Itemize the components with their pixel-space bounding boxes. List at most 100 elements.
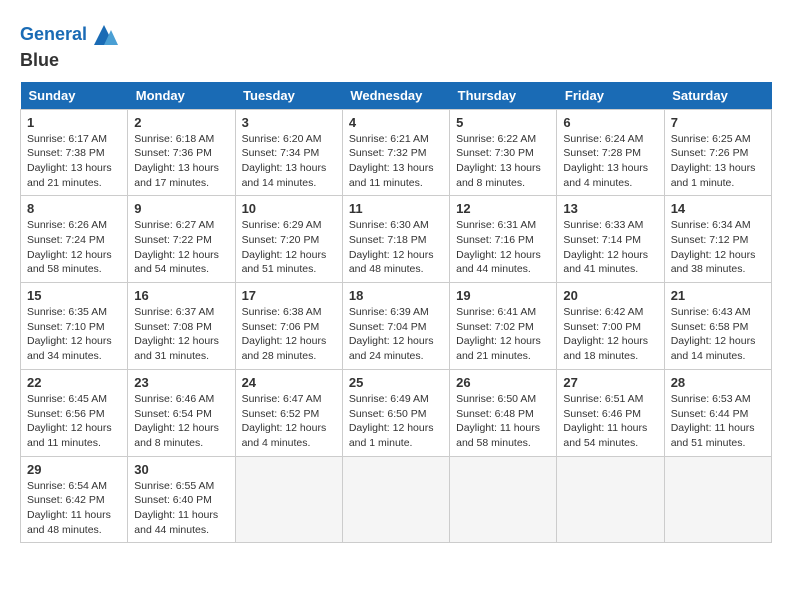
calendar-cell: 19 Sunrise: 6:41 AM Sunset: 7:02 PM Dayl… (450, 283, 557, 370)
calendar-cell: 12 Sunrise: 6:31 AM Sunset: 7:16 PM Dayl… (450, 196, 557, 283)
day-info: Sunrise: 6:47 AM Sunset: 6:52 PM Dayligh… (242, 392, 336, 451)
calendar-cell: 30 Sunrise: 6:55 AM Sunset: 6:40 PM Dayl… (128, 456, 235, 543)
day-info: Sunrise: 6:27 AM Sunset: 7:22 PM Dayligh… (134, 218, 228, 277)
day-info: Sunrise: 6:55 AM Sunset: 6:40 PM Dayligh… (134, 479, 228, 538)
calendar-cell: 11 Sunrise: 6:30 AM Sunset: 7:18 PM Dayl… (342, 196, 449, 283)
day-info: Sunrise: 6:33 AM Sunset: 7:14 PM Dayligh… (563, 218, 657, 277)
calendar-cell (235, 456, 342, 543)
day-info: Sunrise: 6:39 AM Sunset: 7:04 PM Dayligh… (349, 305, 443, 364)
day-number: 7 (671, 115, 765, 130)
calendar-cell (664, 456, 771, 543)
calendar-cell: 4 Sunrise: 6:21 AM Sunset: 7:32 PM Dayli… (342, 109, 449, 196)
calendar-cell: 27 Sunrise: 6:51 AM Sunset: 6:46 PM Dayl… (557, 369, 664, 456)
day-info: Sunrise: 6:29 AM Sunset: 7:20 PM Dayligh… (242, 218, 336, 277)
calendar-cell: 28 Sunrise: 6:53 AM Sunset: 6:44 PM Dayl… (664, 369, 771, 456)
day-info: Sunrise: 6:38 AM Sunset: 7:06 PM Dayligh… (242, 305, 336, 364)
day-number: 23 (134, 375, 228, 390)
day-number: 8 (27, 201, 121, 216)
calendar-week-row: 29 Sunrise: 6:54 AM Sunset: 6:42 PM Dayl… (21, 456, 772, 543)
calendar-body: 1 Sunrise: 6:17 AM Sunset: 7:38 PM Dayli… (21, 109, 772, 543)
day-info: Sunrise: 6:51 AM Sunset: 6:46 PM Dayligh… (563, 392, 657, 451)
calendar-cell: 2 Sunrise: 6:18 AM Sunset: 7:36 PM Dayli… (128, 109, 235, 196)
day-number: 13 (563, 201, 657, 216)
day-number: 28 (671, 375, 765, 390)
calendar-cell: 8 Sunrise: 6:26 AM Sunset: 7:24 PM Dayli… (21, 196, 128, 283)
day-number: 25 (349, 375, 443, 390)
day-info: Sunrise: 6:37 AM Sunset: 7:08 PM Dayligh… (134, 305, 228, 364)
calendar-table: SundayMondayTuesdayWednesdayThursdayFrid… (20, 82, 772, 544)
day-number: 20 (563, 288, 657, 303)
page-header: GeneralBlue (20, 20, 772, 72)
calendar-cell: 23 Sunrise: 6:46 AM Sunset: 6:54 PM Dayl… (128, 369, 235, 456)
day-info: Sunrise: 6:41 AM Sunset: 7:02 PM Dayligh… (456, 305, 550, 364)
logo-text: GeneralBlue (20, 20, 119, 72)
day-info: Sunrise: 6:25 AM Sunset: 7:26 PM Dayligh… (671, 132, 765, 191)
day-info: Sunrise: 6:21 AM Sunset: 7:32 PM Dayligh… (349, 132, 443, 191)
day-info: Sunrise: 6:46 AM Sunset: 6:54 PM Dayligh… (134, 392, 228, 451)
calendar-cell: 26 Sunrise: 6:50 AM Sunset: 6:48 PM Dayl… (450, 369, 557, 456)
day-number: 22 (27, 375, 121, 390)
day-info: Sunrise: 6:17 AM Sunset: 7:38 PM Dayligh… (27, 132, 121, 191)
calendar-cell: 6 Sunrise: 6:24 AM Sunset: 7:28 PM Dayli… (557, 109, 664, 196)
day-number: 17 (242, 288, 336, 303)
calendar-week-row: 22 Sunrise: 6:45 AM Sunset: 6:56 PM Dayl… (21, 369, 772, 456)
day-number: 15 (27, 288, 121, 303)
day-number: 1 (27, 115, 121, 130)
calendar-cell: 17 Sunrise: 6:38 AM Sunset: 7:06 PM Dayl… (235, 283, 342, 370)
weekday-header: Sunday (21, 82, 128, 110)
day-info: Sunrise: 6:45 AM Sunset: 6:56 PM Dayligh… (27, 392, 121, 451)
day-number: 5 (456, 115, 550, 130)
day-number: 11 (349, 201, 443, 216)
calendar-cell: 5 Sunrise: 6:22 AM Sunset: 7:30 PM Dayli… (450, 109, 557, 196)
day-number: 12 (456, 201, 550, 216)
day-number: 14 (671, 201, 765, 216)
day-info: Sunrise: 6:43 AM Sunset: 6:58 PM Dayligh… (671, 305, 765, 364)
day-info: Sunrise: 6:49 AM Sunset: 6:50 PM Dayligh… (349, 392, 443, 451)
calendar-cell: 13 Sunrise: 6:33 AM Sunset: 7:14 PM Dayl… (557, 196, 664, 283)
calendar-header-row: SundayMondayTuesdayWednesdayThursdayFrid… (21, 82, 772, 110)
day-info: Sunrise: 6:30 AM Sunset: 7:18 PM Dayligh… (349, 218, 443, 277)
day-info: Sunrise: 6:50 AM Sunset: 6:48 PM Dayligh… (456, 392, 550, 451)
day-info: Sunrise: 6:24 AM Sunset: 7:28 PM Dayligh… (563, 132, 657, 191)
weekday-header: Friday (557, 82, 664, 110)
calendar-cell: 16 Sunrise: 6:37 AM Sunset: 7:08 PM Dayl… (128, 283, 235, 370)
calendar-cell (557, 456, 664, 543)
day-info: Sunrise: 6:22 AM Sunset: 7:30 PM Dayligh… (456, 132, 550, 191)
calendar-cell: 3 Sunrise: 6:20 AM Sunset: 7:34 PM Dayli… (235, 109, 342, 196)
calendar-cell: 24 Sunrise: 6:47 AM Sunset: 6:52 PM Dayl… (235, 369, 342, 456)
day-info: Sunrise: 6:35 AM Sunset: 7:10 PM Dayligh… (27, 305, 121, 364)
calendar-cell: 7 Sunrise: 6:25 AM Sunset: 7:26 PM Dayli… (664, 109, 771, 196)
logo: GeneralBlue (20, 20, 119, 72)
calendar-cell: 14 Sunrise: 6:34 AM Sunset: 7:12 PM Dayl… (664, 196, 771, 283)
calendar-cell: 25 Sunrise: 6:49 AM Sunset: 6:50 PM Dayl… (342, 369, 449, 456)
day-info: Sunrise: 6:18 AM Sunset: 7:36 PM Dayligh… (134, 132, 228, 191)
calendar-week-row: 8 Sunrise: 6:26 AM Sunset: 7:24 PM Dayli… (21, 196, 772, 283)
day-number: 9 (134, 201, 228, 216)
day-info: Sunrise: 6:34 AM Sunset: 7:12 PM Dayligh… (671, 218, 765, 277)
day-number: 3 (242, 115, 336, 130)
day-info: Sunrise: 6:54 AM Sunset: 6:42 PM Dayligh… (27, 479, 121, 538)
day-number: 30 (134, 462, 228, 477)
day-info: Sunrise: 6:42 AM Sunset: 7:00 PM Dayligh… (563, 305, 657, 364)
day-number: 16 (134, 288, 228, 303)
calendar-cell: 9 Sunrise: 6:27 AM Sunset: 7:22 PM Dayli… (128, 196, 235, 283)
day-number: 26 (456, 375, 550, 390)
day-info: Sunrise: 6:26 AM Sunset: 7:24 PM Dayligh… (27, 218, 121, 277)
day-number: 18 (349, 288, 443, 303)
calendar-cell: 1 Sunrise: 6:17 AM Sunset: 7:38 PM Dayli… (21, 109, 128, 196)
calendar-cell: 21 Sunrise: 6:43 AM Sunset: 6:58 PM Dayl… (664, 283, 771, 370)
day-number: 2 (134, 115, 228, 130)
calendar-cell (342, 456, 449, 543)
weekday-header: Saturday (664, 82, 771, 110)
weekday-header: Monday (128, 82, 235, 110)
logo-icon (89, 20, 119, 50)
day-number: 19 (456, 288, 550, 303)
weekday-header: Thursday (450, 82, 557, 110)
day-number: 10 (242, 201, 336, 216)
calendar-cell: 29 Sunrise: 6:54 AM Sunset: 6:42 PM Dayl… (21, 456, 128, 543)
day-number: 24 (242, 375, 336, 390)
weekday-header: Wednesday (342, 82, 449, 110)
calendar-cell: 18 Sunrise: 6:39 AM Sunset: 7:04 PM Dayl… (342, 283, 449, 370)
calendar-cell: 10 Sunrise: 6:29 AM Sunset: 7:20 PM Dayl… (235, 196, 342, 283)
weekday-header: Tuesday (235, 82, 342, 110)
